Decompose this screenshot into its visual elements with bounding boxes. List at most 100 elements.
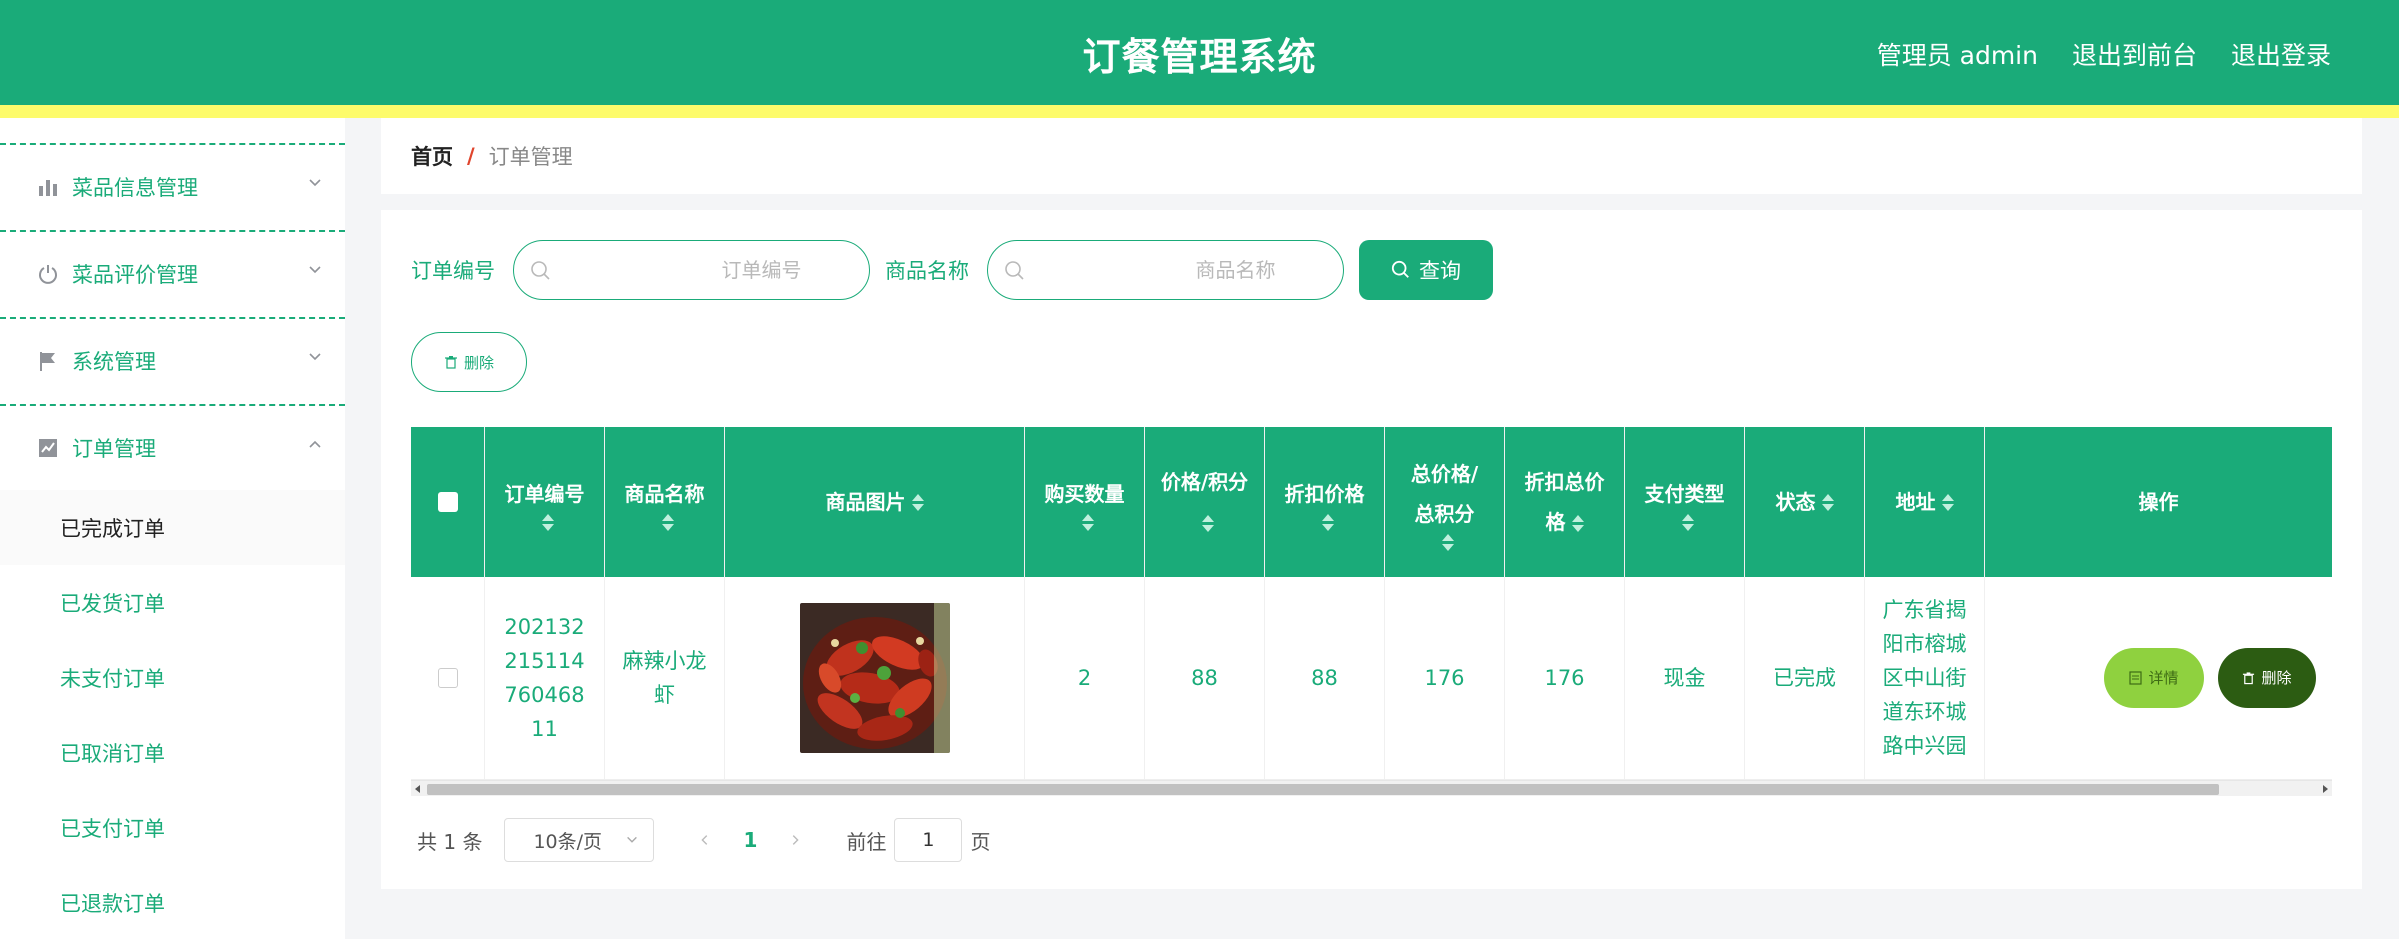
sort-icon[interactable] — [1821, 493, 1834, 511]
col-goods-image[interactable]: 商品图片 — [725, 427, 1025, 577]
col-order-no[interactable]: 订单编号 — [485, 427, 605, 577]
query-button-label: 查询 — [1419, 259, 1461, 283]
breadcrumb-separator: / — [467, 144, 475, 168]
goods-name-label: 商品名称 — [885, 259, 969, 283]
search-form: 订单编号 商品名称 查询 — [411, 240, 1493, 300]
pagination: 共 1 条 10条/页 1 前往 页 — [417, 818, 990, 862]
table-header: 订单编号 商品名称 商品图片 购买数量 价格/积分 折扣价格 总价格/总积分 折… — [411, 427, 2332, 577]
order-no-field — [513, 240, 870, 300]
chevron-down-icon — [627, 836, 638, 843]
header-links: 管理员 admin 退出到前台 退出登录 — [1877, 36, 2331, 72]
col-label: 商品图片 — [825, 490, 906, 514]
crayfish-photo[interactable] — [799, 603, 950, 753]
sidebar-item-dish-review[interactable]: 菜品评价管理 — [0, 230, 345, 316]
sort-icon[interactable] — [1441, 533, 1454, 551]
trash-icon — [444, 356, 457, 369]
chevron-left-icon — [701, 835, 708, 845]
document-icon — [2129, 671, 2143, 685]
query-button[interactable]: 查询 — [1359, 240, 1493, 300]
col-quantity[interactable]: 购买数量 — [1025, 427, 1145, 577]
order-no-input[interactable] — [514, 241, 869, 299]
goods-name-input[interactable] — [988, 241, 1343, 299]
chevron-up-icon — [309, 440, 321, 448]
chevron-right-icon — [793, 835, 800, 845]
sort-icon[interactable] — [1201, 515, 1214, 532]
col-total[interactable]: 总价格/总积分 — [1385, 427, 1505, 577]
col-discount-price[interactable]: 折扣价格 — [1265, 427, 1385, 577]
admin-user-link[interactable]: 管理员 admin — [1877, 36, 2038, 72]
col-price[interactable]: 价格/积分 — [1145, 427, 1265, 577]
sort-icon[interactable] — [1081, 513, 1094, 531]
goods-name-field — [987, 240, 1344, 300]
cell-discount-total: 176 — [1505, 577, 1625, 779]
sort-icon[interactable] — [1321, 513, 1334, 531]
detail-button-label: 详情 — [2148, 669, 2179, 687]
cell-order-no: 20213221511476046811 — [485, 577, 605, 779]
top-header: 订餐管理系统 管理员 admin 退出到前台 退出登录 — [0, 0, 2399, 105]
submenu-refunded-orders[interactable]: 已退款订单 — [0, 865, 345, 939]
col-label: 地址 — [1895, 490, 1936, 514]
sidebar-item-label: 菜品信息管理 — [72, 176, 198, 200]
orders-table: 订单编号 商品名称 商品图片 购买数量 价格/积分 折扣价格 总价格/总积分 折… — [411, 427, 2332, 796]
goto-page-input[interactable] — [894, 818, 963, 862]
sidebar-item-system[interactable]: 系统管理 — [0, 317, 345, 403]
sort-icon[interactable] — [541, 513, 554, 531]
col-discount-total[interactable]: 折扣总价格 — [1505, 427, 1625, 577]
submenu-shipped-orders[interactable]: 已发货订单 — [0, 565, 345, 640]
sidebar-item-label: 订单管理 — [72, 437, 156, 461]
col-status[interactable]: 状态 — [1745, 427, 1865, 577]
sidebar-item-order[interactable]: 订单管理 — [0, 404, 345, 490]
delete-row-button[interactable]: 删除 — [2218, 648, 2316, 708]
col-label: 折扣价格 — [1284, 481, 1365, 506]
breadcrumb: 首页 / 订单管理 — [381, 118, 2362, 194]
cell-goods-name: 麻辣小龙虾 — [605, 577, 725, 779]
back-to-frontend-link[interactable]: 退出到前台 — [2072, 36, 2197, 72]
cell-total: 176 — [1385, 577, 1505, 779]
sort-icon[interactable] — [661, 513, 674, 531]
cell-goods-image — [725, 577, 1025, 779]
chevron-down-icon — [309, 353, 321, 361]
horizontal-scrollbar[interactable] — [411, 780, 2332, 796]
submenu-unpaid-orders[interactable]: 未支付订单 — [0, 640, 345, 715]
order-no-label: 订单编号 — [411, 259, 495, 283]
page-number-current[interactable]: 1 — [720, 828, 780, 852]
col-label: 订单编号 — [504, 481, 585, 506]
col-goods-name[interactable]: 商品名称 — [605, 427, 725, 577]
page-size-select[interactable]: 10条/页 — [504, 818, 655, 862]
chevron-down-icon — [309, 179, 321, 187]
cell-price: 88 — [1145, 577, 1265, 779]
sort-icon[interactable] — [1681, 513, 1694, 531]
scroll-left-arrow-icon[interactable] — [415, 785, 420, 793]
col-pay-type[interactable]: 支付类型 — [1625, 427, 1745, 577]
flag-icon — [36, 349, 60, 373]
cell-actions: 详情 删除 — [1985, 577, 2332, 779]
sidebar-item-dish-info[interactable]: 菜品信息管理 — [0, 143, 345, 229]
select-all-checkbox[interactable] — [437, 492, 458, 512]
line-chart-icon — [36, 436, 60, 460]
col-label: 操作 — [2138, 490, 2179, 514]
goto-label: 前往 — [846, 829, 887, 854]
batch-delete-button[interactable]: 删除 — [411, 332, 527, 392]
detail-button[interactable]: 详情 — [2104, 648, 2204, 708]
bar-chart-icon — [36, 175, 60, 199]
sort-icon[interactable] — [1571, 515, 1584, 532]
row-checkbox[interactable] — [437, 668, 458, 688]
logout-link[interactable]: 退出登录 — [2231, 36, 2331, 72]
col-label-wrap: 折扣总价格 — [1519, 462, 1610, 542]
col-label-wrap: 价格/积分 — [1159, 462, 1250, 542]
submenu-completed-orders[interactable]: 已完成订单 — [0, 490, 345, 565]
order-submenu: 已完成订单 已发货订单 未支付订单 已取消订单 已支付订单 已退款订单 — [0, 490, 345, 939]
prev-page-button[interactable] — [690, 833, 720, 847]
scrollbar-thumb[interactable] — [427, 784, 2219, 795]
next-page-button[interactable] — [780, 833, 810, 847]
scroll-right-arrow-icon[interactable] — [2323, 785, 2328, 793]
search-icon — [1391, 260, 1409, 278]
breadcrumb-home[interactable]: 首页 — [411, 141, 453, 171]
sidebar-item-label: 系统管理 — [72, 350, 156, 374]
submenu-cancelled-orders[interactable]: 已取消订单 — [0, 715, 345, 790]
sort-icon[interactable] — [1941, 493, 1954, 511]
col-address[interactable]: 地址 — [1865, 427, 1985, 577]
sort-icon[interactable] — [911, 493, 924, 511]
submenu-paid-orders[interactable]: 已支付订单 — [0, 790, 345, 865]
col-label: 支付类型 — [1644, 481, 1725, 506]
